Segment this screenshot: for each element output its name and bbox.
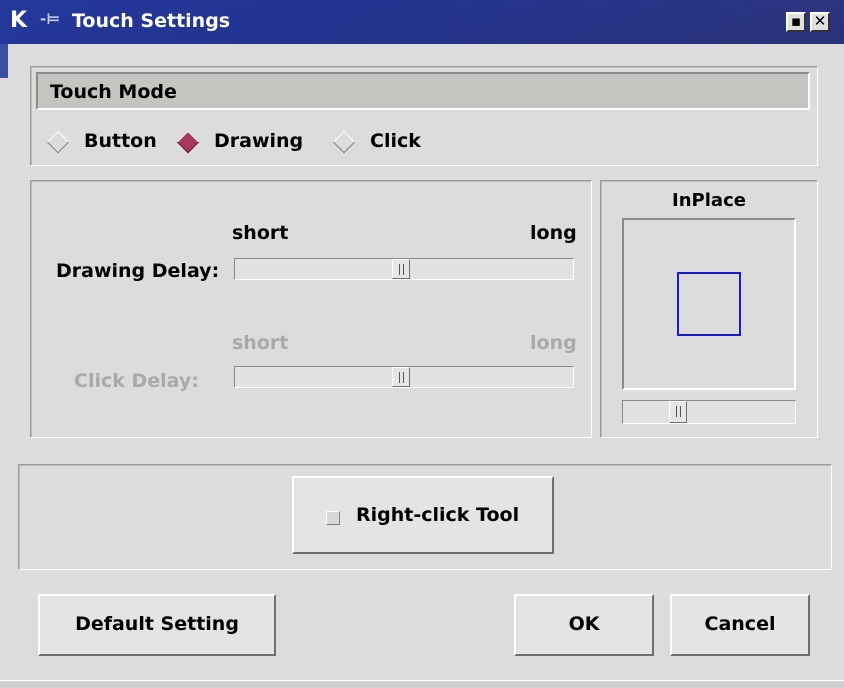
- cancel-label: Cancel: [704, 613, 776, 635]
- radio-drawing-mode[interactable]: Drawing: [174, 128, 314, 156]
- app-icon[interactable]: K: [10, 8, 27, 33]
- window-bottom-border[interactable]: [0, 680, 844, 688]
- default-setting-label: Default Setting: [75, 613, 239, 635]
- default-setting-button[interactable]: Default Setting: [38, 594, 276, 656]
- inplace-title: InPlace: [672, 190, 746, 211]
- radio-indicator[interactable]: [332, 130, 356, 154]
- click-delay-slider-thumb: [392, 367, 410, 387]
- click-delay-slider: [234, 366, 574, 388]
- radio-indicator-selected[interactable]: [176, 130, 200, 154]
- right-click-tool-checkbox[interactable]: [326, 511, 340, 525]
- radio-button-mode[interactable]: Button: [44, 128, 168, 156]
- inplace-position-square: [677, 272, 741, 336]
- click-delay-label: Click Delay:: [74, 370, 199, 392]
- window-title: Touch Settings: [72, 10, 231, 32]
- drawing-delay-slider-thumb[interactable]: [392, 259, 410, 279]
- touch-mode-header: Touch Mode: [36, 72, 810, 110]
- close-button[interactable]: ✕: [810, 12, 830, 32]
- click-delay-max-label: long: [530, 332, 577, 354]
- radio-click-mode[interactable]: Click: [330, 128, 430, 156]
- ok-label: OK: [568, 613, 600, 635]
- inplace-slider[interactable]: [622, 400, 796, 424]
- title-bar[interactable]: K -⊨ Touch Settings ▪ ✕: [0, 0, 844, 44]
- inplace-preview[interactable]: [622, 218, 796, 390]
- cancel-button[interactable]: Cancel: [670, 594, 810, 656]
- minimize-button[interactable]: ▪: [786, 12, 806, 32]
- drawing-delay-max-label: long: [530, 222, 577, 244]
- window-left-border: [0, 44, 8, 688]
- touch-mode-title: Touch Mode: [50, 81, 177, 103]
- drawing-delay-label: Drawing Delay:: [56, 260, 220, 282]
- window-left-accent: [0, 44, 8, 78]
- drawing-delay-min-label: short: [232, 222, 289, 244]
- inplace-slider-thumb[interactable]: [669, 401, 687, 423]
- radio-label: Drawing: [214, 130, 304, 152]
- ok-button[interactable]: OK: [514, 594, 654, 656]
- right-click-tool-label: Right-click Tool: [356, 504, 520, 526]
- radio-label: Button: [84, 130, 157, 152]
- radio-indicator[interactable]: [46, 130, 70, 154]
- radio-label: Click: [370, 130, 421, 152]
- drawing-delay-slider[interactable]: [234, 258, 574, 280]
- right-click-tool-button[interactable]: Right-click Tool: [292, 476, 554, 554]
- delay-group: [30, 180, 592, 438]
- pin-icon[interactable]: -⊨: [40, 10, 60, 28]
- click-delay-min-label: short: [232, 332, 289, 354]
